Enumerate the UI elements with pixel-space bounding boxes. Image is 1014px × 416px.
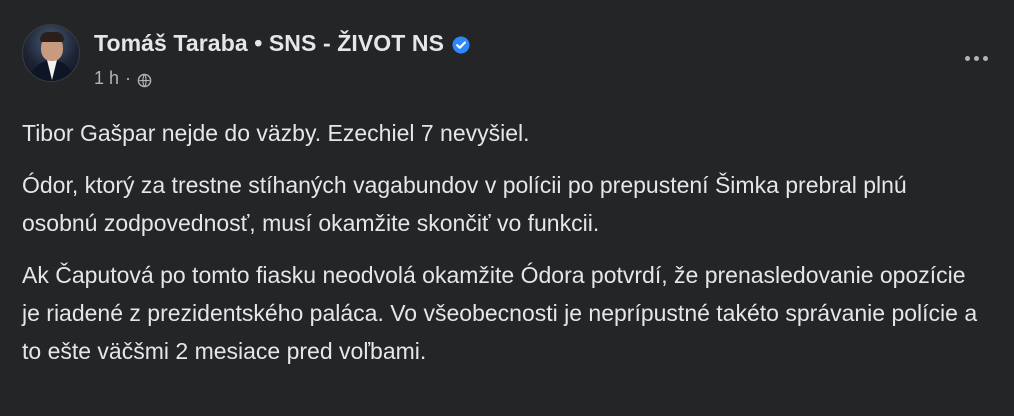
post-header: Tomáš Taraba • SNS - ŽIVOT NS 1 h · bbox=[22, 24, 994, 96]
author-avatar[interactable] bbox=[22, 24, 80, 82]
post-paragraph-2: Ódor, ktorý za trestne stíhaných vagabun… bbox=[22, 172, 907, 236]
globe-icon bbox=[137, 72, 152, 88]
post-paragraph-1: Tibor Gašpar nejde do väzby. Ezechiel 7 … bbox=[22, 120, 530, 146]
more-dot-1 bbox=[964, 55, 970, 61]
meta-separator: · bbox=[125, 68, 132, 88]
facebook-post: Tomáš Taraba • SNS - ŽIVOT NS 1 h · Tibo… bbox=[0, 0, 1014, 416]
author-name[interactable]: Tomáš Taraba • SNS - ŽIVOT NS bbox=[94, 30, 444, 57]
author-title-row: Tomáš Taraba • SNS - ŽIVOT NS bbox=[94, 30, 470, 57]
post-body: Tibor Gašpar nejde do väzby. Ezechiel 7 … bbox=[22, 114, 982, 370]
avatar-hair bbox=[40, 32, 64, 42]
post-timestamp[interactable]: 1 h bbox=[94, 68, 119, 89]
more-dot-2 bbox=[973, 55, 979, 61]
post-paragraph-3: Ak Čaputová po tomto fiasku neodvolá oka… bbox=[22, 262, 978, 364]
more-dot-3 bbox=[982, 55, 988, 61]
more-options-icon[interactable] bbox=[962, 44, 990, 72]
post-meta: 1 h · bbox=[94, 68, 152, 89]
verified-badge-icon bbox=[452, 36, 470, 54]
